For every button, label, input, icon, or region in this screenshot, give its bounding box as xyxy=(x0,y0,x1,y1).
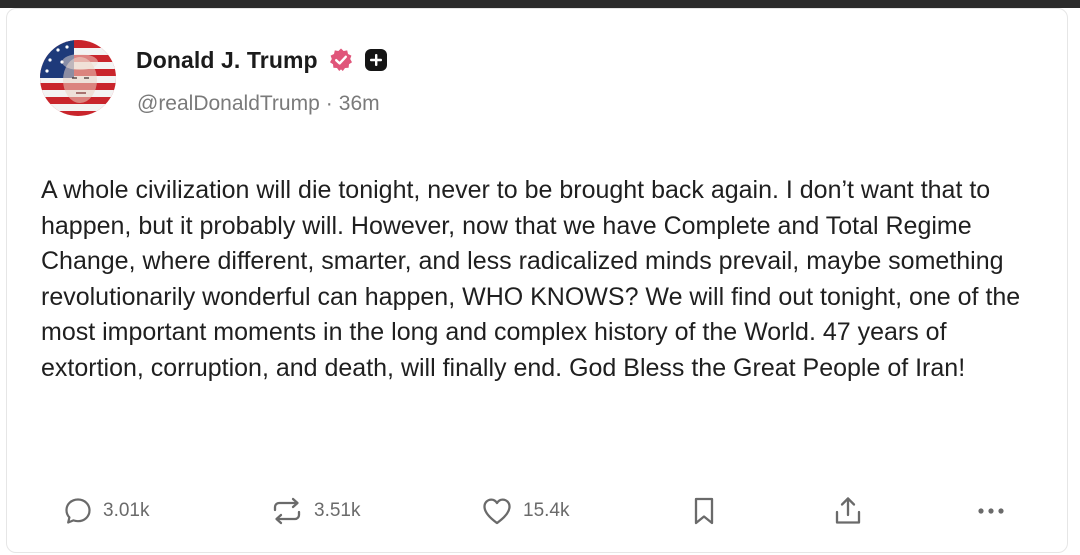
author-name[interactable]: Donald J. Trump xyxy=(136,47,318,74)
repost-button[interactable]: 3.51k xyxy=(270,491,360,531)
repost-icon xyxy=(273,497,301,525)
top-border xyxy=(0,0,1080,8)
share-icon xyxy=(835,497,861,524)
reply-count: 3.01k xyxy=(103,500,150,521)
avatar-image xyxy=(40,40,116,116)
reply-icon xyxy=(65,498,91,524)
avatar[interactable] xyxy=(40,40,116,116)
more-button[interactable] xyxy=(975,491,1007,531)
post-time[interactable]: 36m xyxy=(339,92,380,116)
author-handle[interactable]: @realDonaldTrump xyxy=(137,92,320,116)
handle-row: @realDonaldTrump · 36m xyxy=(137,92,380,116)
post-text: A whole civilization will die tonight, n… xyxy=(41,176,1021,382)
reply-button[interactable]: 3.01k xyxy=(63,491,149,531)
like-count: 15.4k xyxy=(523,500,570,521)
author-row: Donald J. Trump xyxy=(136,45,388,75)
separator-dot: · xyxy=(325,92,333,115)
bookmark-icon xyxy=(694,497,714,525)
heart-icon xyxy=(483,498,511,525)
screenshot-frame: Donald J. Trump @realDonaldTrump · 36m A… xyxy=(0,0,1080,555)
post-card: Donald J. Trump @realDonaldTrump · 36m A… xyxy=(6,8,1068,553)
action-bar: 3.01k 3.51k 15.4k xyxy=(7,491,1069,531)
bookmark-button[interactable] xyxy=(691,491,717,531)
share-button[interactable] xyxy=(833,491,863,531)
like-button[interactable]: 15.4k xyxy=(481,491,569,531)
more-icon xyxy=(978,508,1004,514)
plus-icon[interactable] xyxy=(364,48,388,72)
repost-count: 3.51k xyxy=(314,500,361,521)
verified-badge-icon xyxy=(329,48,352,71)
